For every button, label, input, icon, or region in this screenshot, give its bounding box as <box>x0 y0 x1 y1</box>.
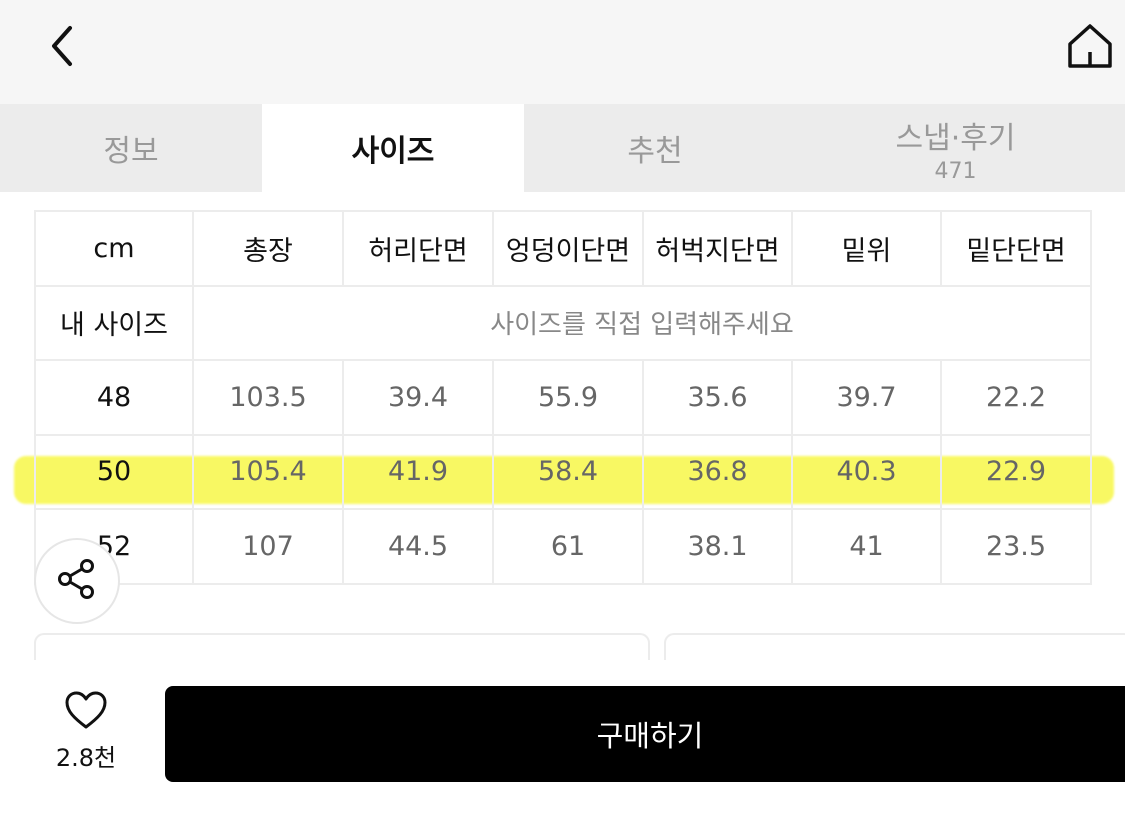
review-count: 471 <box>934 158 977 184</box>
table-cell: 103.5 <box>192 359 344 436</box>
column-header: 총장 <box>192 210 344 287</box>
table-cell: 61 <box>492 508 644 585</box>
table-cell: 22.2 <box>940 359 1092 436</box>
my-size-row: 내 사이즈 사이즈를 직접 입력해주세요 <box>34 284 1092 361</box>
table-cell: 39.7 <box>791 359 942 436</box>
table-cell: 22.9 <box>940 433 1092 510</box>
table-cell: 107 <box>192 508 344 585</box>
table-row: 52 107 44.5 61 38.1 41 23.5 <box>34 508 1092 585</box>
table-cell: 44.5 <box>342 508 494 585</box>
tab-info[interactable]: 정보 <box>0 104 262 192</box>
table-cell: 40.3 <box>791 433 942 510</box>
column-header: 밑단단면 <box>940 210 1092 287</box>
buy-button-label: 구매하기 <box>596 719 704 753</box>
table-row-highlighted: 50 105.4 41.9 58.4 36.8 40.3 22.9 <box>34 433 1092 510</box>
heart-icon <box>64 691 108 734</box>
tab-snap-review[interactable]: 스냅·후기 471 <box>786 104 1125 192</box>
size-label: 50 <box>34 433 194 510</box>
like-button[interactable]: 2.8천 <box>46 690 126 773</box>
top-bar <box>0 0 1125 104</box>
tab-recommend[interactable]: 추천 <box>524 104 786 192</box>
my-size-label: 내 사이즈 <box>34 284 194 361</box>
table-cell: 39.4 <box>342 359 494 436</box>
tab-label: 사이즈 <box>351 134 435 169</box>
table-cell: 55.9 <box>492 359 644 436</box>
table-cell: 41.9 <box>342 433 494 510</box>
tab-bar: 정보 사이즈 추천 스냅·후기 471 <box>0 104 1125 192</box>
tab-label: 추천 <box>627 134 683 169</box>
home-icon <box>1066 22 1114 74</box>
table-cell: 38.1 <box>642 508 793 585</box>
my-size-input[interactable]: 사이즈를 직접 입력해주세요 <box>192 284 1092 361</box>
table-cell: 58.4 <box>492 433 644 510</box>
tab-size[interactable]: 사이즈 <box>262 104 524 192</box>
back-icon <box>48 24 76 72</box>
column-header: 허벅지단면 <box>642 210 793 287</box>
table-cell: 41 <box>791 508 942 585</box>
buy-button[interactable]: 구매하기 <box>165 686 1125 782</box>
share-icon <box>55 557 99 605</box>
column-header: 엉덩이단면 <box>492 210 644 287</box>
table-row: 48 103.5 39.4 55.9 35.6 39.7 22.2 <box>34 359 1092 436</box>
column-header: 허리단면 <box>342 210 494 287</box>
table-header-row: cm 총장 허리단면 엉덩이단면 허벅지단면 밑위 밑단단면 <box>34 210 1092 287</box>
back-button[interactable] <box>40 24 84 72</box>
home-button[interactable] <box>1064 22 1116 74</box>
like-count: 2.8천 <box>55 744 117 772</box>
tab-label: 정보 <box>103 134 159 169</box>
size-table: cm 총장 허리단면 엉덩이단면 허벅지단면 밑위 밑단단면 내 사이즈 사이즈… <box>34 210 1092 585</box>
size-label: 48 <box>34 359 194 436</box>
column-header: 밑위 <box>791 210 942 287</box>
tab-label: 스냅·후기 <box>895 120 1016 156</box>
table-cell: 36.8 <box>642 433 793 510</box>
unit-label: cm <box>34 210 194 287</box>
table-cell: 35.6 <box>642 359 793 436</box>
share-button[interactable] <box>34 538 120 624</box>
table-cell: 105.4 <box>192 433 344 510</box>
table-cell: 23.5 <box>940 508 1092 585</box>
